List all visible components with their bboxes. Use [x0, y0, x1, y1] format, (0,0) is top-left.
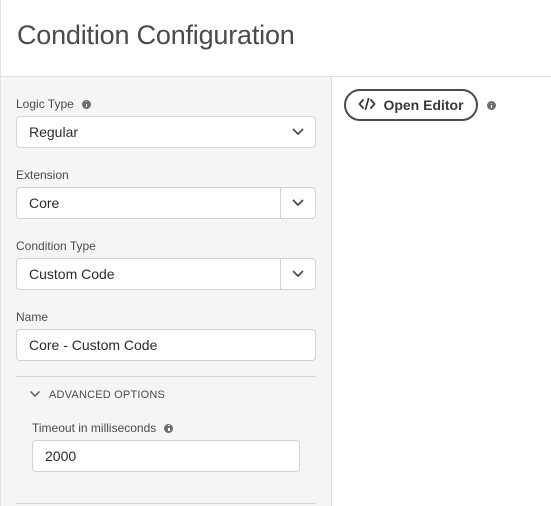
logic-type-label-row: Logic Type — [16, 97, 91, 111]
extension-label-row: Extension — [16, 168, 69, 182]
chevron-down-icon — [30, 389, 40, 401]
header: Condition Configuration — [0, 0, 551, 77]
name-label: Name — [16, 310, 49, 324]
open-editor-label: Open Editor — [383, 97, 464, 113]
divider — [16, 376, 316, 377]
chevron-down-icon — [281, 117, 315, 147]
advanced-options-label: ADVANCED OPTIONS — [49, 389, 166, 401]
timeout-label: Timeout in milliseconds — [32, 421, 157, 435]
open-editor-button[interactable]: Open Editor — [344, 89, 478, 121]
extension-label: Extension — [16, 168, 69, 182]
logic-type-label: Logic Type — [16, 97, 74, 111]
chevron-down-icon[interactable] — [280, 188, 315, 218]
condition-type-combobox[interactable]: Custom Code — [16, 258, 316, 290]
timeout-input[interactable]: 2000 — [32, 440, 300, 472]
page-title: Condition Configuration — [17, 20, 295, 50]
info-icon[interactable] — [81, 99, 91, 109]
info-icon[interactable] — [164, 423, 174, 433]
chevron-down-icon[interactable] — [280, 259, 315, 289]
logic-type-value: Regular — [29, 124, 79, 140]
divider — [16, 503, 316, 504]
condition-type-value[interactable]: Custom Code — [17, 266, 280, 282]
extension-combobox[interactable]: Core — [16, 187, 316, 219]
timeout-label-row: Timeout in milliseconds — [32, 421, 174, 435]
name-input[interactable]: Core - Custom Code — [16, 329, 316, 361]
code-icon — [358, 97, 376, 113]
condition-type-label-row: Condition Type — [16, 239, 96, 253]
advanced-options-toggle[interactable]: ADVANCED OPTIONS — [30, 389, 165, 401]
extension-value[interactable]: Core — [17, 195, 280, 211]
condition-type-label: Condition Type — [16, 239, 96, 253]
name-value[interactable]: Core - Custom Code — [17, 337, 315, 353]
info-icon[interactable] — [487, 101, 496, 110]
timeout-value[interactable]: 2000 — [33, 448, 299, 464]
logic-type-picker[interactable]: Regular — [16, 116, 316, 148]
name-label-row: Name — [16, 310, 48, 324]
editor-panel — [332, 77, 551, 506]
